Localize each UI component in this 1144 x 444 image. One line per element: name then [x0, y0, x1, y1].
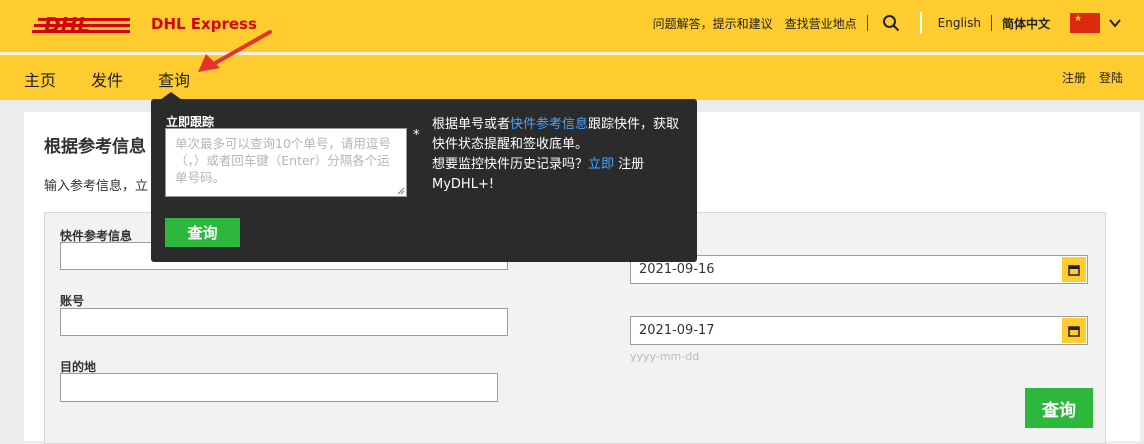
annotation-arrow-icon: [198, 30, 272, 72]
search-button[interactable]: 查询: [1025, 388, 1093, 428]
logo-text: DHL: [44, 13, 90, 37]
account-label: 账号: [60, 294, 85, 308]
now-link[interactable]: 立即: [588, 157, 614, 172]
calendar-icon[interactable]: [1062, 257, 1086, 282]
lang-english-link[interactable]: English: [932, 16, 987, 30]
date-from-value: 2021-09-16: [639, 262, 715, 277]
tracking-number-textarea[interactable]: 单次最多可以查询10个单号，请用逗号（，）或者回车键（Enter）分隔各个运单号…: [165, 128, 407, 197]
find-location-link[interactable]: 查找营业地点: [779, 15, 863, 32]
date-format-hint: yyyy-mm-dd: [630, 350, 700, 363]
divider: [866, 15, 868, 31]
nav-home[interactable]: 主页: [24, 67, 56, 91]
china-flag-icon[interactable]: ★: [1070, 13, 1100, 33]
login-link[interactable]: 登陆: [1099, 69, 1123, 86]
lang-chinese-link[interactable]: 简体中文: [996, 15, 1056, 32]
info-text: 根据单号或者: [432, 117, 511, 132]
textarea-placeholder: 单次最多可以查询10个单号，请用逗号（，）或者回车键（Enter）分隔各个运单号…: [175, 136, 391, 185]
top-header: DHL DHL Express 问题解答，提示和建议 查找营业地点 Englis…: [0, 0, 1144, 52]
divider: [919, 12, 922, 34]
divider: [990, 15, 992, 31]
popover-info: 根据单号或者快件参考信息跟踪快件，获取快件状态提醒和签收底单。 想要监控快件历史…: [432, 115, 692, 195]
track-submit-button[interactable]: 查询: [165, 218, 240, 247]
required-mark: *: [413, 128, 420, 143]
date-from-input[interactable]: 2021-09-16: [630, 255, 1088, 284]
calendar-icon[interactable]: [1062, 318, 1086, 343]
date-to-value: 2021-09-17: [639, 323, 715, 338]
search-icon[interactable]: [882, 14, 900, 32]
dhl-logo[interactable]: DHL: [32, 9, 136, 39]
resize-handle-icon[interactable]: [397, 187, 405, 195]
utility-links: 问题解答，提示和建议 查找营业地点 English 简体中文 ★: [647, 0, 1144, 46]
account-input[interactable]: [60, 308, 508, 336]
destination-input[interactable]: [60, 373, 498, 402]
page-title: 根据参考信息: [44, 137, 146, 157]
nav-ship[interactable]: 发件: [91, 67, 123, 91]
date-to-input[interactable]: 2021-09-17: [630, 316, 1088, 345]
track-popover: 立即跟踪 单次最多可以查询10个单号，请用逗号（，）或者回车键（Enter）分隔…: [151, 99, 697, 262]
faq-link[interactable]: 问题解答，提示和建议: [647, 15, 779, 32]
register-link[interactable]: 注册: [1062, 69, 1086, 86]
page-subtitle: 输入参考信息，立: [44, 179, 149, 194]
info-text: 想要监控快件历史记录吗？: [432, 157, 589, 172]
nav-track[interactable]: 查询: [158, 67, 190, 91]
reference-info-link[interactable]: 快件参考信息: [510, 117, 588, 132]
chevron-down-icon[interactable]: [1108, 16, 1122, 30]
